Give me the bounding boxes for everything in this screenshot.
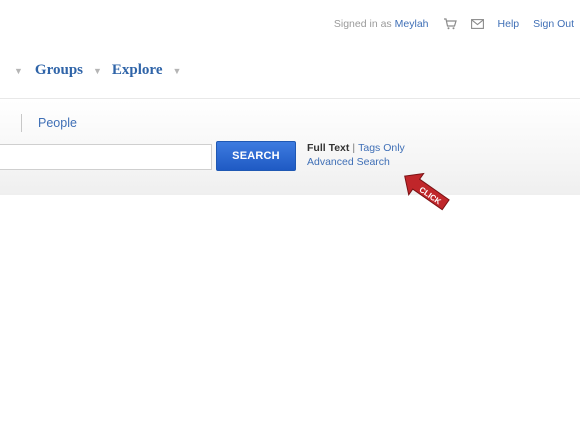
advanced-search-link[interactable]: Advanced Search [307, 155, 405, 169]
scope-tab-people[interactable]: People [38, 116, 77, 130]
full-text-option[interactable]: Full Text [307, 142, 349, 154]
tags-only-link[interactable]: Tags Only [358, 142, 405, 154]
mail-icon[interactable] [470, 19, 484, 29]
chevron-down-icon[interactable]: ▼ [14, 66, 23, 76]
scope-divider [21, 114, 22, 132]
sign-out-link[interactable]: Sign Out [533, 18, 574, 30]
nav-item-groups[interactable]: Groups [35, 62, 83, 79]
options-separator: | [352, 142, 356, 154]
main-nav: ▼ Groups ▼ Explore ▼ [0, 62, 191, 79]
click-arrow-icon: CLICK [404, 172, 450, 211]
chevron-down-icon[interactable]: ▼ [93, 66, 102, 76]
cart-icon[interactable] [443, 18, 457, 30]
help-link[interactable]: Help [498, 18, 520, 30]
search-options: Full Text | Tags Only Advanced Search [307, 141, 405, 169]
page: Signed in as Meylah Help Sign Out ▼ Grou… [0, 0, 580, 429]
top-utility-bar: Signed in as Meylah Help Sign Out [334, 18, 574, 30]
nav-divider [0, 98, 580, 99]
signed-in-label: Signed in as [333, 18, 392, 30]
search-input[interactable] [0, 144, 212, 170]
username-link[interactable]: Meylah [395, 18, 429, 30]
chevron-down-icon[interactable]: ▼ [172, 66, 181, 76]
search-button[interactable]: SEARCH [216, 141, 296, 171]
nav-item-explore[interactable]: Explore [112, 62, 163, 79]
